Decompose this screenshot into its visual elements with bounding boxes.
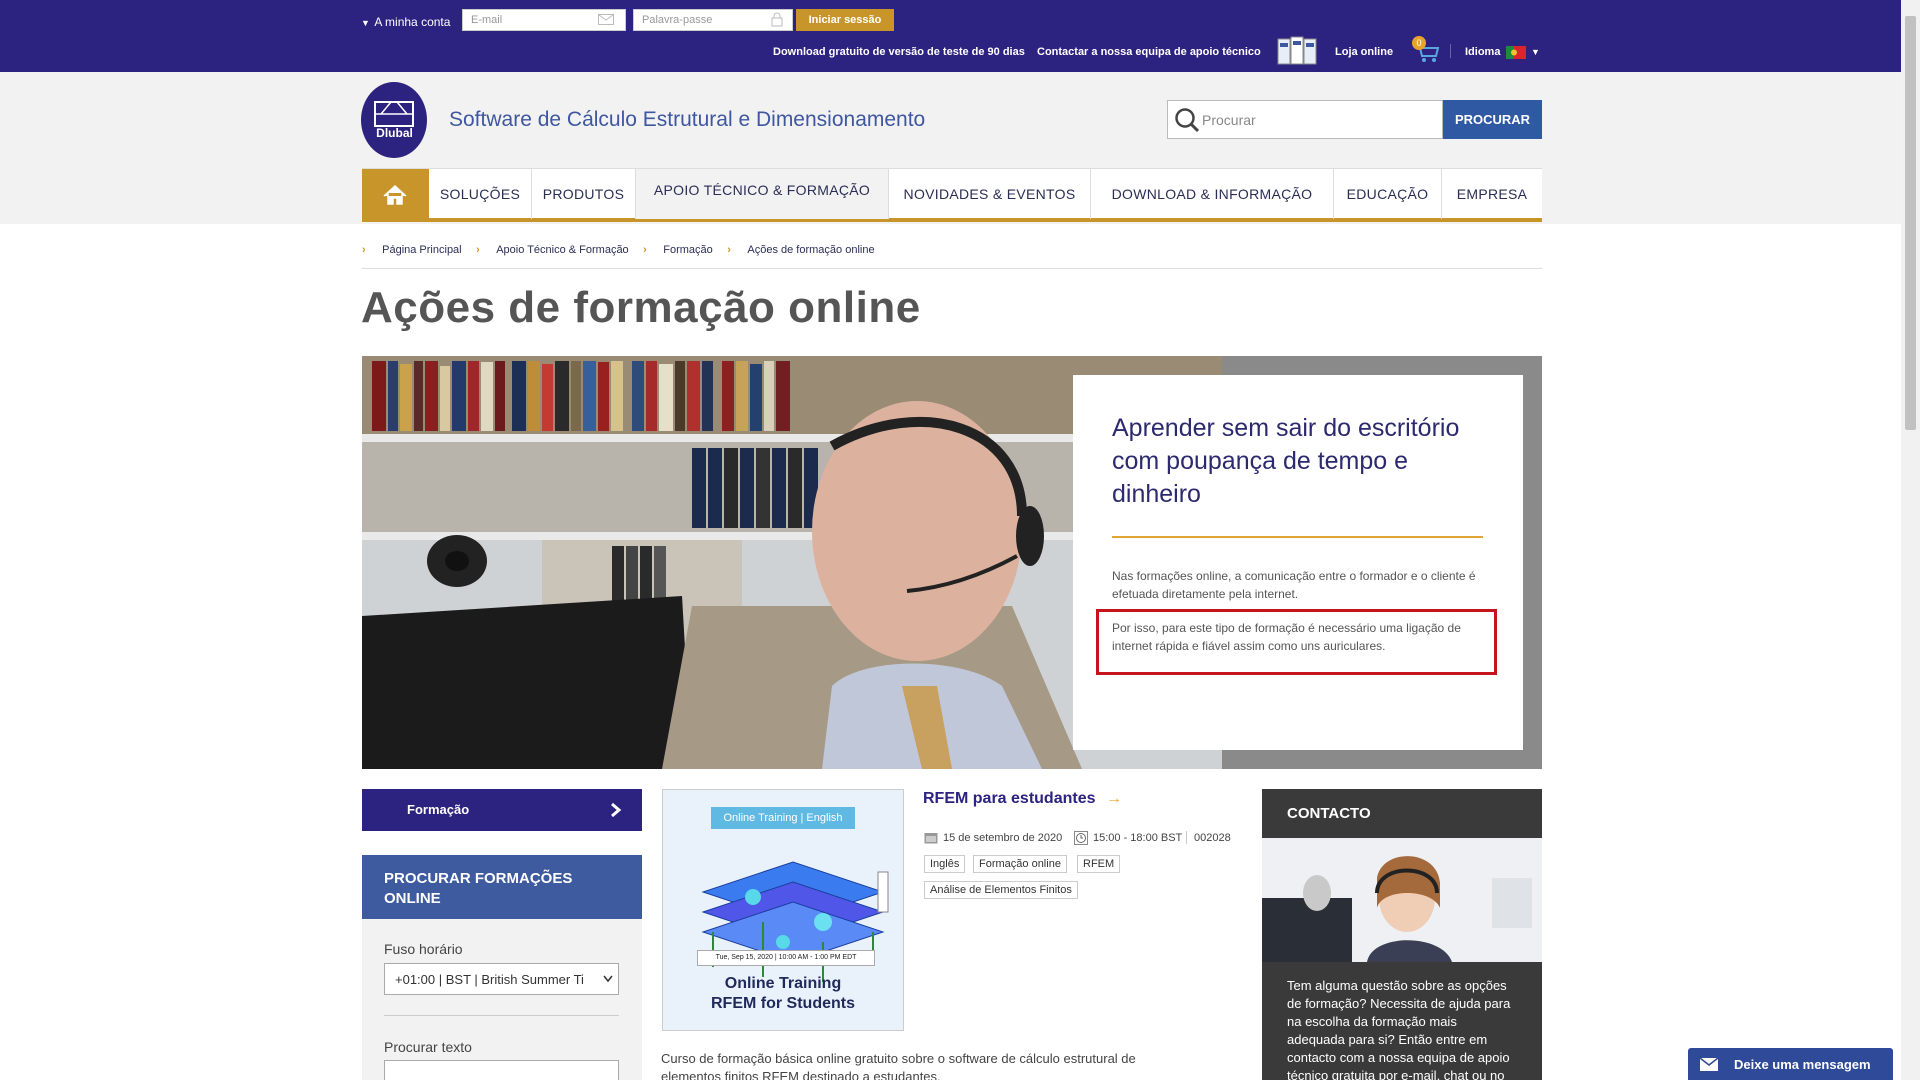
- clock-icon: [1074, 831, 1088, 845]
- login-button[interactable]: Iniciar sessão: [796, 9, 894, 31]
- event-time: 15:00 - 18:00 BST: [1093, 832, 1183, 844]
- breadcrumb-arrow-icon: ›: [362, 244, 366, 256]
- cart-count-badge: 0: [1412, 36, 1426, 50]
- highlight-box: [1096, 609, 1497, 675]
- account-label: A minha conta: [374, 15, 451, 29]
- event-date: 15 de setembro de 2020: [943, 832, 1063, 844]
- search-panel-title: PROCURAR FORMAÇÕES ONLINE: [362, 855, 642, 919]
- timezone-value: +01:00 | BST | British Summer Ti: [395, 972, 584, 987]
- divider: [1112, 536, 1483, 538]
- nav-item-solucoes[interactable]: SOLUÇÕES: [429, 169, 532, 219]
- divider: [384, 1015, 619, 1016]
- language-caret-icon[interactable]: ▼: [1531, 47, 1540, 57]
- portugal-flag-icon[interactable]: [1506, 46, 1526, 59]
- thumbnail-title: Online Training RFEM for Students: [662, 974, 904, 1014]
- breadcrumb-current: Ações de formação online: [747, 244, 875, 256]
- dlubal-logo[interactable]: [361, 82, 428, 158]
- tag-format[interactable]: Formação online: [973, 855, 1067, 873]
- contact-image: [1262, 838, 1542, 962]
- leave-message-button[interactable]: Deixe uma mensagem: [1688, 1048, 1893, 1080]
- nav-home[interactable]: [362, 169, 429, 219]
- breadcrumb-home[interactable]: Página Principal: [382, 244, 462, 256]
- tag-language[interactable]: Inglês: [924, 855, 966, 873]
- breadcrumb-apoio[interactable]: Apoio Técnico & Formação: [496, 244, 628, 256]
- top-bar: [0, 0, 1901, 72]
- nav-item-educacao[interactable]: EDUCAÇÃO: [1334, 169, 1442, 219]
- search-placeholder: Procurar: [1202, 112, 1256, 128]
- chevron-right-icon: [611, 802, 622, 818]
- breadcrumb-arrow-icon: ›: [476, 244, 480, 256]
- caret-down-icon: ▼: [361, 18, 370, 28]
- home-icon: [383, 184, 407, 205]
- breadcrumb-arrow-icon: ›: [643, 244, 647, 256]
- breadcrumb: › Página Principal › Apoio Técnico & For…: [362, 240, 875, 258]
- hero-heading: Aprender sem sair do escritório com poup…: [1112, 414, 1460, 508]
- event-code: 002028: [1194, 832, 1231, 844]
- search-button[interactable]: PROCURAR: [1443, 100, 1542, 139]
- timezone-label: Fuso horário: [384, 941, 463, 957]
- hero-paragraph: Nas formações online, a comunicação entr…: [1112, 569, 1476, 601]
- contact-heading: CONTACTO: [1287, 805, 1371, 822]
- trial-download-link[interactable]: Download gratuito de versão de teste de …: [773, 46, 1025, 58]
- nav-item-apoio-tecnico[interactable]: APOIO TÉCNICO & FORMAÇÃO: [636, 169, 889, 219]
- event-title-link[interactable]: RFEM para estudantes →: [923, 790, 1122, 808]
- tag-product[interactable]: RFEM: [1077, 855, 1121, 873]
- email-placeholder: E-mail: [471, 14, 503, 26]
- thumbnail-badge: Online Training | English: [711, 807, 855, 829]
- contact-support-link[interactable]: Contactar a nossa equipa de apoio técnic…: [1037, 46, 1261, 58]
- event-title: RFEM para estudantes: [923, 790, 1096, 807]
- formacao-label: Formação: [407, 802, 470, 817]
- online-shop-link[interactable]: Loja online: [1335, 46, 1393, 58]
- calendar-icon: [924, 831, 938, 844]
- nav-item-produtos[interactable]: PRODUTOS: [532, 169, 636, 219]
- main-nav: SOLUÇÕES PRODUTOS APOIO TÉCNICO & FORMAÇ…: [362, 168, 1542, 222]
- search-icon: [1174, 107, 1200, 133]
- scrollbar-thumb[interactable]: [1905, 16, 1916, 430]
- divider: [1450, 44, 1451, 58]
- password-field[interactable]: Palavra-passe: [633, 9, 793, 31]
- timezone-select[interactable]: +01:00 | BST | British Summer Ti: [384, 963, 619, 995]
- account-dropdown[interactable]: ▼ A minha conta: [361, 13, 450, 31]
- logo-text: Dlubal: [376, 126, 413, 140]
- nav-item-download[interactable]: DOWNLOAD & INFORMAÇÃO: [1091, 169, 1334, 219]
- site-title: Software de Cálculo Estrutural e Dimensi…: [449, 108, 926, 131]
- leave-message-label: Deixe uma mensagem: [1734, 1057, 1871, 1072]
- language-label[interactable]: Idioma: [1465, 46, 1500, 58]
- text-search-input[interactable]: [384, 1060, 619, 1080]
- nav-item-empresa[interactable]: EMPRESA: [1442, 169, 1542, 219]
- event-description: Curso de formação básica online gratuito…: [661, 1051, 1136, 1080]
- tag-topic[interactable]: Análise de Elementos Finitos: [924, 881, 1078, 899]
- nav-item-novidades[interactable]: NOVIDADES & EVENTOS: [889, 169, 1091, 219]
- thumbnail-date: Tue, Sep 15, 2020 | 10:00 AM - 1:00 PM E…: [697, 950, 875, 966]
- page-title: Ações de formação online: [361, 283, 921, 332]
- formacao-section-button[interactable]: Formação: [362, 789, 642, 831]
- software-boxes-icon: [1276, 35, 1320, 66]
- divider: [1186, 831, 1187, 844]
- breadcrumb-arrow-icon: ›: [727, 244, 731, 256]
- breadcrumb-formacao[interactable]: Formação: [663, 244, 713, 256]
- thumbnail-title-line: RFEM for Students: [711, 995, 855, 1012]
- text-search-label: Procurar texto: [384, 1039, 472, 1055]
- password-placeholder: Palavra-passe: [642, 14, 713, 26]
- divider: [362, 268, 1542, 269]
- thumbnail-title-line: Online Training: [724, 975, 842, 992]
- contact-text: Tem alguma questão sobre as opções de fo…: [1287, 978, 1511, 1080]
- lock-icon: [771, 12, 783, 27]
- envelope-icon: [598, 14, 614, 25]
- envelope-icon: [1700, 1058, 1718, 1071]
- chevron-down-icon: [603, 975, 613, 983]
- arrow-right-icon: →: [1105, 790, 1122, 807]
